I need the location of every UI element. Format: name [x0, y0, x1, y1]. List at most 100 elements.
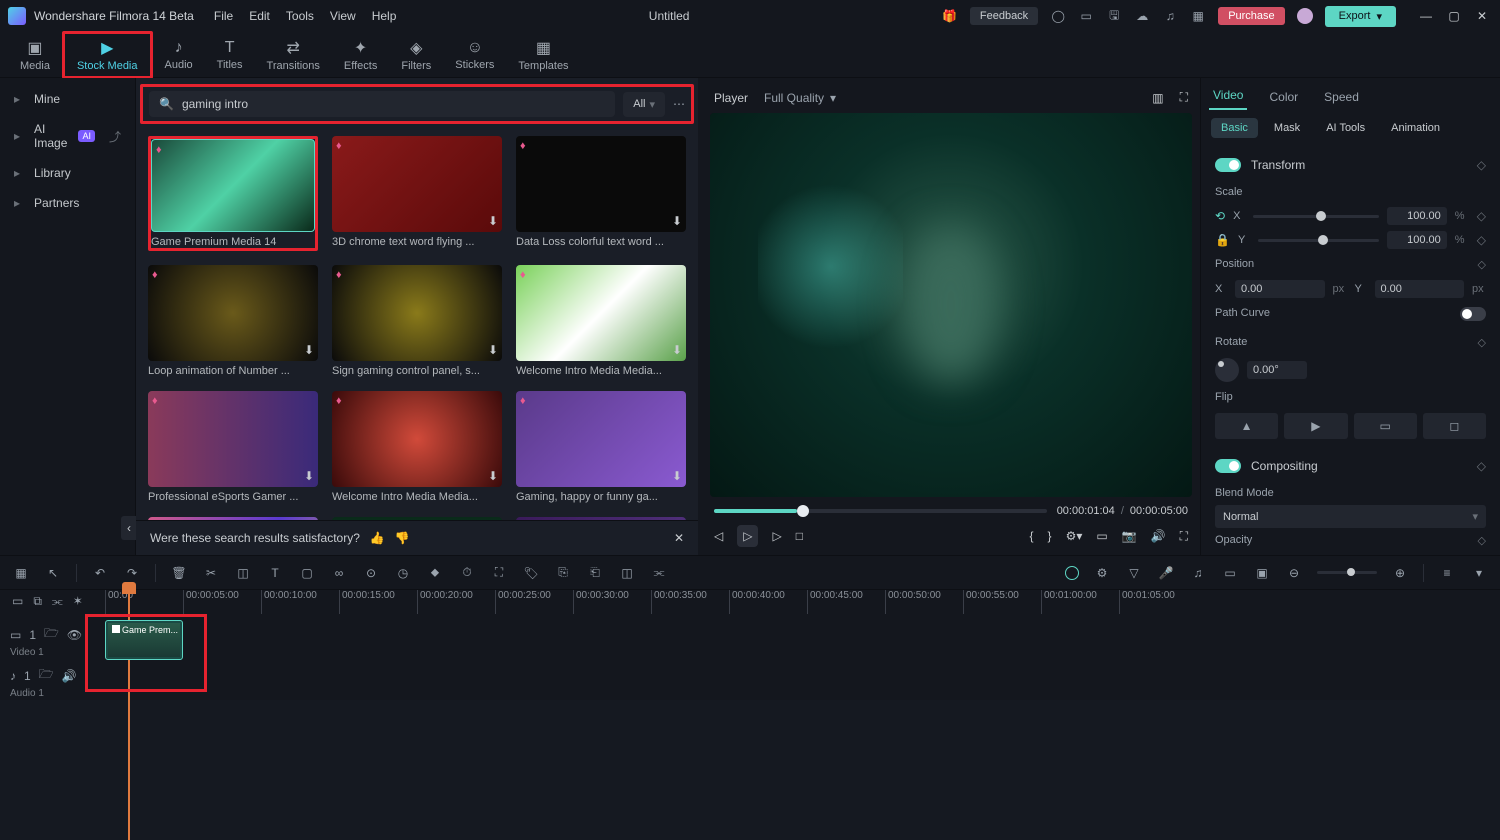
sidebar-item-mine[interactable]: ▸Mine [0, 84, 135, 114]
media-card[interactable]: ♦⬇Welcome Intro Media Media... [516, 265, 686, 377]
screen-icon[interactable]: ▭ [1078, 8, 1094, 24]
subtab-basic[interactable]: Basic [1211, 118, 1258, 138]
player-scrubber[interactable] [714, 509, 1047, 513]
pos-x-value[interactable]: 0.00 [1235, 280, 1325, 298]
media-card[interactable]: ♦⬇ [516, 517, 686, 520]
download-icon[interactable]: ⬇ [304, 343, 314, 357]
media-card[interactable]: ♦⬇3D chrome text word flying ... [332, 136, 502, 251]
subtab-animation[interactable]: Animation [1381, 118, 1450, 138]
menu-view[interactable]: View [330, 9, 356, 23]
sidebar-collapse-button[interactable]: ‹ [121, 516, 137, 540]
stop-icon[interactable]: □ [796, 529, 803, 543]
close-icon[interactable]: ✕ [1472, 9, 1492, 23]
tl-cut-icon[interactable]: ✂ [202, 566, 220, 580]
rotate-knob[interactable] [1215, 358, 1239, 382]
inspector-tab-speed[interactable]: Speed [1320, 84, 1363, 110]
feedback-close-icon[interactable]: ✕ [674, 531, 684, 545]
tl-magnet-icon[interactable]: ⧉ [33, 594, 42, 609]
scale-x-value[interactable]: 100.00 [1387, 207, 1447, 225]
tab-audio[interactable]: ♪Audio [153, 35, 205, 75]
tl-keyframe-icon[interactable]: ⬥ [426, 565, 444, 580]
tl-zoom-slider[interactable] [1317, 571, 1377, 574]
tl-zoom-out-icon[interactable]: ⊖ [1285, 566, 1303, 580]
download-icon[interactable]: ⬇ [488, 214, 498, 228]
flip-v-button[interactable]: ▶ [1284, 413, 1347, 439]
thumbs-down-icon[interactable]: 👎 [395, 531, 410, 545]
media-card[interactable]: ♦Game Premium Media 14 [148, 136, 318, 251]
tl-color-icon[interactable]: ◷ [394, 566, 412, 580]
tl-mic-icon[interactable]: 🎤 [1157, 566, 1175, 580]
marker-out-icon[interactable]: } [1048, 529, 1052, 543]
tl-more-icon[interactable]: ▾ [1470, 566, 1488, 580]
tl-ripple-icon[interactable]: ▭ [12, 594, 23, 609]
inspector-tab-color[interactable]: Color [1265, 84, 1302, 110]
gift-icon[interactable]: 🎁 [942, 8, 958, 24]
tl-speed-icon[interactable]: ⊙ [362, 566, 380, 580]
flip-h-button[interactable]: ▲ [1215, 413, 1278, 439]
tl-redo-icon[interactable]: ↷ [123, 566, 141, 580]
media-card[interactable]: ♦⬇ [148, 517, 318, 520]
scale-x-slider[interactable] [1253, 215, 1379, 218]
tl-chain-icon[interactable]: ⫘ [650, 565, 668, 580]
timeline-ruler[interactable]: ▭ ⧉ ⫘ ✶ 00:0000:00:05:0000:00:10:0000:00… [0, 590, 1500, 618]
sidebar-item-ai-image[interactable]: ▸AI ImageAI⤴ [0, 114, 135, 158]
tab-templates[interactable]: ▦Templates [506, 34, 580, 76]
subtab-aitools[interactable]: AI Tools [1316, 118, 1375, 138]
media-card[interactable]: ♦⬇Data Loss colorful text word ... [516, 136, 686, 251]
tab-media[interactable]: ▣Media [8, 34, 62, 76]
lock-icon[interactable]: 🔒 [1215, 233, 1230, 247]
flip-fit-button[interactable]: ◻ [1423, 413, 1486, 439]
tl-layout-icon[interactable]: ▦ [12, 566, 30, 580]
download-icon[interactable]: ⬇ [672, 343, 682, 357]
tl-gear-icon[interactable]: ⚙ [1093, 566, 1111, 580]
tab-stock-media[interactable]: ▶Stock Media [62, 31, 153, 79]
apps-icon[interactable]: ▦ [1190, 8, 1206, 24]
tl-link-icon[interactable]: ∞ [330, 566, 348, 580]
tl-copy-icon[interactable]: ⎘ [554, 565, 572, 580]
menu-edit[interactable]: Edit [249, 9, 270, 23]
inspector-tab-video[interactable]: Video [1209, 82, 1247, 110]
media-card[interactable]: ♦⬇Gaming, happy or funny ga... [516, 391, 686, 503]
minimize-icon[interactable]: — [1416, 9, 1436, 23]
compare-icon[interactable]: ▥ [1152, 91, 1163, 105]
tl-subtitle-icon[interactable]: ▭ [1221, 566, 1239, 580]
tl-undo-icon[interactable]: ↶ [91, 566, 109, 580]
transform-toggle[interactable] [1215, 158, 1241, 172]
menu-help[interactable]: Help [372, 9, 397, 23]
marker-in-icon[interactable]: { [1030, 529, 1034, 543]
tl-pip-icon[interactable]: ▣ [1253, 566, 1271, 580]
headphones-icon[interactable]: ♫ [1162, 8, 1178, 24]
display-icon[interactable]: ▭ [1096, 529, 1107, 543]
search-filter-dropdown[interactable]: All▾ [623, 92, 665, 117]
tl-linked-icon[interactable]: ⫘ [52, 594, 63, 609]
fullscreen-icon[interactable]: ⛶ [1180, 529, 1188, 544]
tl-adjust-icon[interactable]: ≡ [1438, 566, 1456, 580]
download-icon[interactable]: ⬇ [304, 469, 314, 483]
tl-record-icon[interactable] [1065, 566, 1079, 580]
download-icon[interactable]: ⬇ [488, 343, 498, 357]
user-avatar[interactable] [1297, 8, 1313, 24]
purchase-button[interactable]: Purchase [1218, 7, 1284, 25]
tl-tag-icon[interactable]: 🏷 [522, 566, 540, 580]
tl-text-icon[interactable]: T [266, 566, 284, 580]
tab-transitions[interactable]: ⇄Transitions [255, 34, 332, 76]
path-toggle[interactable] [1460, 307, 1486, 321]
timeline-clip[interactable]: Game Prem... [105, 620, 183, 660]
tab-stickers[interactable]: ☺Stickers [443, 35, 506, 75]
tl-snap-icon[interactable]: ✶ [73, 594, 83, 609]
player-settings-icon[interactable]: ⚙▾ [1066, 529, 1083, 543]
subtab-mask[interactable]: Mask [1264, 118, 1310, 138]
player-quality-dropdown[interactable]: Full Quality ▾ [764, 91, 836, 105]
sidebar-item-partners[interactable]: ▸Partners [0, 188, 135, 218]
sidebar-item-library[interactable]: ▸Library [0, 158, 135, 188]
tl-zoom-in-icon[interactable]: ⊕ [1391, 566, 1409, 580]
save-icon[interactable]: 🖫 [1106, 8, 1122, 24]
media-card[interactable]: ♦⬇Loop animation of Number ... [148, 265, 318, 377]
tl-cursor-icon[interactable]: ↖ [44, 566, 62, 580]
thumbs-up-icon[interactable]: 👍 [370, 531, 385, 545]
menu-tools[interactable]: Tools [286, 9, 314, 23]
tl-frame-icon[interactable]: ▢ [298, 566, 316, 580]
blend-mode-select[interactable]: Normal▾ [1215, 505, 1486, 528]
track-mute-icon[interactable]: 🔊 [62, 669, 77, 683]
circle-icon[interactable]: ◯ [1050, 8, 1066, 24]
